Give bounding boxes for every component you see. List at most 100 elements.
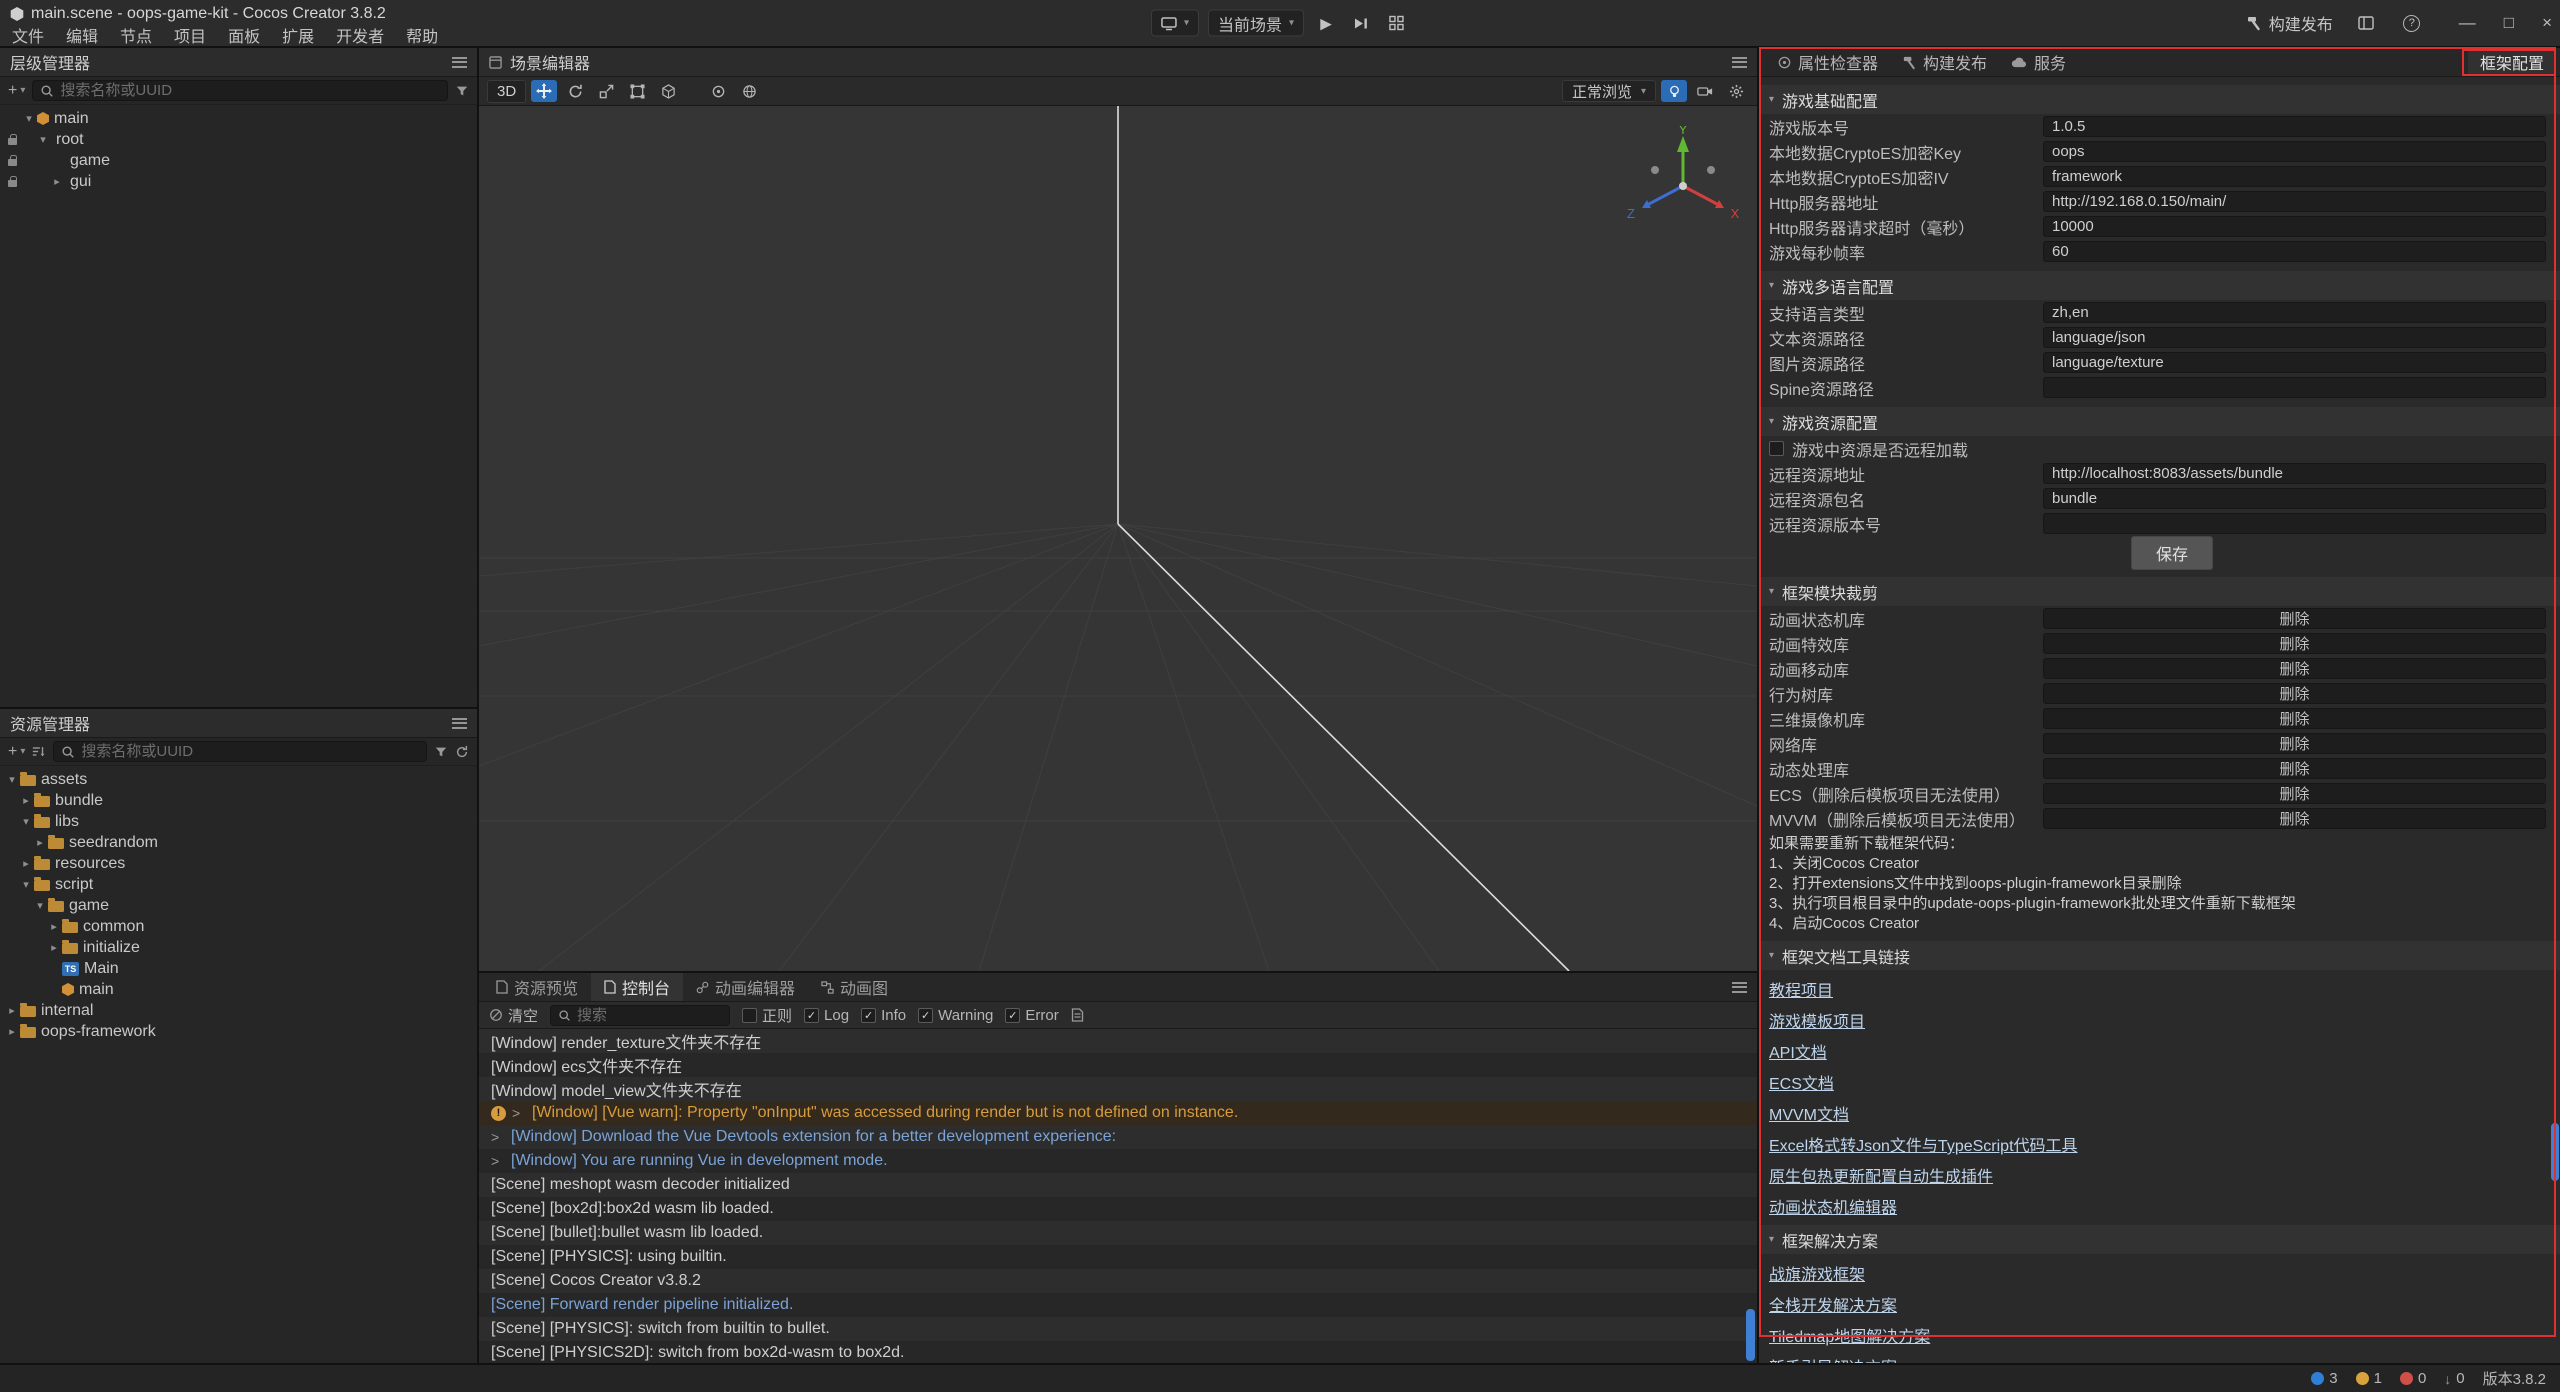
menu-item-file[interactable]: 文件 bbox=[10, 23, 55, 47]
remote-address-input[interactable] bbox=[2043, 463, 2546, 484]
download-count-badge[interactable]: ↓ 0 bbox=[2444, 1370, 2464, 1387]
log-row[interactable]: [Scene] [PHYSICS2D]: switch from box2d-w… bbox=[479, 1341, 1757, 1363]
step-button[interactable] bbox=[1348, 10, 1374, 36]
asset-row-script[interactable]: TS Main bbox=[0, 958, 477, 979]
log-row[interactable]: [Scene] [PHYSICS]: switch from builtin t… bbox=[479, 1317, 1757, 1341]
play-button[interactable]: ▶ bbox=[1313, 10, 1339, 36]
asset-row-folder[interactable]: ▸ initialize bbox=[0, 937, 477, 958]
tab-build-publish[interactable]: 构建发布 bbox=[1890, 48, 1999, 76]
asset-row-folder[interactable]: ▸ common bbox=[0, 916, 477, 937]
view-mode-select[interactable]: 正常浏览 ▾ bbox=[1562, 80, 1656, 102]
delete-module-button[interactable]: 删除 bbox=[2043, 683, 2546, 704]
section-header-solutions[interactable]: ▾ 框架解决方案 bbox=[1759, 1225, 2560, 1254]
tab-asset-preview[interactable]: 资源预览 bbox=[483, 973, 591, 1001]
scene-viewport[interactable]: Y X Z bbox=[479, 106, 1757, 971]
save-button[interactable]: 保存 bbox=[2131, 536, 2213, 570]
expander-icon[interactable]: ▸ bbox=[49, 175, 65, 188]
image-res-path-input[interactable] bbox=[2043, 352, 2546, 373]
error-filter-checkbox[interactable]: Error bbox=[1005, 1007, 1058, 1024]
tab-property-inspector[interactable]: 属性检查器 bbox=[1765, 48, 1890, 76]
log-row-info[interactable]: > [Window] You are running Vue in develo… bbox=[479, 1149, 1757, 1173]
expander-icon[interactable]: ▸ bbox=[18, 857, 34, 870]
asset-row-scene[interactable]: main bbox=[0, 979, 477, 1000]
asset-row-folder[interactable]: ▸ bundle bbox=[0, 790, 477, 811]
solution-link[interactable]: 战旗游戏框架 bbox=[1769, 1261, 1865, 1285]
solution-link[interactable]: 全栈开发解决方案 bbox=[1769, 1292, 1897, 1316]
doc-link[interactable]: 动画状态机编辑器 bbox=[1769, 1194, 1897, 1218]
delete-module-button[interactable]: 删除 bbox=[2043, 808, 2546, 829]
http-timeout-input[interactable] bbox=[2043, 216, 2546, 237]
console-scrollbar[interactable] bbox=[1746, 1309, 1755, 1361]
delete-module-button[interactable]: 删除 bbox=[2043, 658, 2546, 679]
asset-row-folder[interactable]: ▾ script bbox=[0, 874, 477, 895]
log-count-badge[interactable]: 3 bbox=[2311, 1370, 2337, 1387]
remote-bundle-input[interactable] bbox=[2043, 488, 2546, 509]
expander-icon[interactable]: ▸ bbox=[32, 836, 48, 849]
tab-service[interactable]: 服务 bbox=[1999, 48, 2078, 76]
hierarchy-search-input[interactable] bbox=[60, 82, 440, 99]
hierarchy-filter-button[interactable] bbox=[455, 84, 469, 98]
crypto-iv-input[interactable] bbox=[2043, 166, 2546, 187]
asset-row-folder[interactable]: ▸ resources bbox=[0, 853, 477, 874]
log-row[interactable]: [Scene] [PHYSICS]: using builtin. bbox=[479, 1245, 1757, 1269]
log-row-info[interactable]: > [Window] Download the Vue Devtools ext… bbox=[479, 1125, 1757, 1149]
log-row[interactable]: [Window] ecs文件夹不存在 bbox=[479, 1053, 1757, 1077]
doc-link[interactable]: ECS文档 bbox=[1769, 1070, 1834, 1094]
http-server-input[interactable] bbox=[2043, 191, 2546, 212]
move-tool-button[interactable] bbox=[531, 80, 557, 102]
gizmo-negative-axis-dot[interactable] bbox=[1651, 166, 1659, 174]
collapse-logs-button[interactable] bbox=[1071, 1008, 1084, 1022]
language-types-input[interactable] bbox=[2043, 302, 2546, 323]
log-row[interactable]: [Scene] [bullet]:bullet wasm lib loaded. bbox=[479, 1221, 1757, 1245]
delete-module-button[interactable]: 删除 bbox=[2043, 633, 2546, 654]
tab-console[interactable]: 控制台 bbox=[591, 973, 683, 1001]
tree-row-node[interactable]: game bbox=[0, 150, 477, 171]
tree-row-node[interactable]: ▾ root bbox=[0, 129, 477, 150]
clear-console-button[interactable]: 清空 bbox=[489, 1005, 538, 1026]
asset-row-folder[interactable]: ▾ libs bbox=[0, 811, 477, 832]
log-row[interactable]: [Scene] meshopt wasm decoder initialized bbox=[479, 1173, 1757, 1197]
help-button[interactable]: ? bbox=[2399, 10, 2425, 36]
menu-item-edit[interactable]: 编辑 bbox=[55, 23, 109, 47]
create-node-button[interactable]: +▾ bbox=[8, 82, 25, 100]
doc-link[interactable]: 原生包热更新配置自动生成插件 bbox=[1769, 1163, 1993, 1187]
doc-link[interactable]: API文档 bbox=[1769, 1039, 1827, 1063]
delete-module-button[interactable]: 删除 bbox=[2043, 758, 2546, 779]
minimize-button[interactable]: — bbox=[2459, 13, 2476, 33]
remote-version-input[interactable] bbox=[2043, 513, 2546, 534]
delete-module-button[interactable]: 删除 bbox=[2043, 708, 2546, 729]
delete-module-button[interactable]: 删除 bbox=[2043, 733, 2546, 754]
log-row[interactable]: [Window] render_texture文件夹不存在 bbox=[479, 1029, 1757, 1053]
layout-button[interactable] bbox=[1383, 10, 1409, 36]
expander-icon[interactable]: ▸ bbox=[46, 941, 62, 954]
build-publish-button[interactable]: 构建发布 bbox=[2246, 11, 2333, 35]
asset-row-folder[interactable]: ▸ seedrandom bbox=[0, 832, 477, 853]
section-header-language[interactable]: ▾ 游戏多语言配置 bbox=[1759, 271, 2560, 300]
expand-caret-icon[interactable]: > bbox=[491, 1129, 511, 1145]
menu-item-panel[interactable]: 面板 bbox=[217, 23, 271, 47]
lock-icon[interactable] bbox=[8, 180, 17, 187]
hierarchy-search[interactable] bbox=[32, 80, 448, 101]
coordinate-toggle-button[interactable] bbox=[736, 80, 762, 102]
expander-icon[interactable]: ▾ bbox=[21, 112, 37, 125]
spine-res-path-input[interactable] bbox=[2043, 377, 2546, 398]
tab-framework-config[interactable]: 框架配置 bbox=[2468, 48, 2556, 76]
menu-item-node[interactable]: 节点 bbox=[109, 23, 163, 47]
regex-filter-checkbox[interactable]: 正则 bbox=[742, 1005, 792, 1026]
tab-animation-graph[interactable]: 动画图 bbox=[808, 973, 901, 1001]
delete-module-button[interactable]: 删除 bbox=[2043, 608, 2546, 629]
doc-link[interactable]: 教程项目 bbox=[1769, 977, 1833, 1001]
dimension-toggle[interactable]: 3D bbox=[487, 80, 526, 103]
assets-search[interactable] bbox=[53, 741, 427, 762]
doc-link[interactable]: 游戏模板项目 bbox=[1769, 1008, 1865, 1032]
assets-search-input[interactable] bbox=[81, 743, 419, 760]
frame-rate-input[interactable] bbox=[2043, 241, 2546, 262]
create-asset-button[interactable]: +▾ bbox=[8, 743, 25, 761]
console-search-input[interactable] bbox=[577, 1007, 722, 1024]
menu-item-developer[interactable]: 开发者 bbox=[325, 23, 395, 47]
lighting-toggle-button[interactable] bbox=[1661, 80, 1687, 102]
expander-icon[interactable]: ▸ bbox=[46, 920, 62, 933]
remote-load-checkbox[interactable] bbox=[1769, 441, 1784, 456]
scale-tool-button[interactable] bbox=[593, 80, 619, 102]
maximize-button[interactable]: □ bbox=[2504, 13, 2514, 33]
